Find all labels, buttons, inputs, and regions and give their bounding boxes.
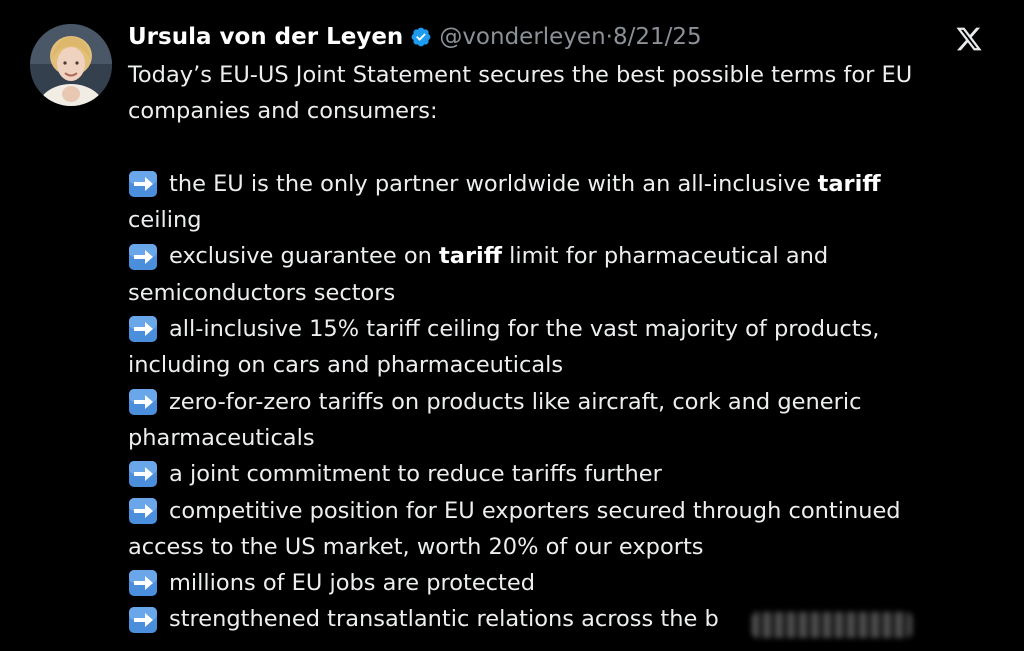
right-arrow-emoji-icon [128, 606, 158, 634]
bullet-line: millions of EU jobs are protected [128, 565, 998, 601]
bullet-line: the EU is the only partner worldwide wit… [128, 166, 998, 202]
post-body: Today’s EU-US Joint Statement secures th… [128, 57, 998, 638]
post-header: Ursula von der Leyen @vonderleyen · 8/21… [128, 20, 702, 54]
bullet-text: strengthened transatlantic relations acr… [169, 606, 719, 633]
bullet-line: exclusive guarantee on tariff limit for … [128, 238, 998, 274]
bullet-text: exclusive guarantee on tariff limit for … [169, 243, 829, 270]
bold-keyword: tariff [817, 170, 881, 197]
bullet-line: competitive position for EU exporters se… [128, 493, 998, 529]
author-name[interactable]: Ursula von der Leyen [128, 24, 403, 50]
bold-keyword: tariff [439, 243, 502, 270]
bullet-text: millions of EU jobs are protected [169, 570, 535, 597]
header-separator: · [605, 24, 613, 50]
intro-line: Today’s EU-US Joint Statement secures th… [128, 62, 913, 88]
bullet-continuation: pharmaceuticals [128, 424, 315, 451]
bullet-line: zero-for-zero tariffs on products like a… [128, 384, 998, 420]
x-logo-icon[interactable] [955, 25, 983, 53]
author-handle[interactable]: @vonderleyen [439, 24, 605, 50]
bullet-text: a joint commitment to reduce tariffs fur… [169, 461, 662, 488]
bullet-continuation: ceiling [128, 207, 202, 234]
bullet-text: competitive position for EU exporters se… [169, 497, 901, 524]
bullet-text: the EU is the only partner worldwide wit… [169, 170, 881, 197]
bullet-line: all-inclusive 15% tariff ceiling for the… [128, 311, 998, 347]
bullet-text: zero-for-zero tariffs on products like a… [169, 388, 862, 415]
bullet-continuation: including on cars and pharmaceuticals [128, 352, 564, 379]
bullet-line: a joint commitment to reduce tariffs fur… [128, 456, 998, 492]
right-arrow-emoji-icon [128, 388, 158, 416]
bullet-continuation: semiconductors sectors [128, 279, 396, 306]
author-avatar[interactable] [30, 24, 112, 106]
right-arrow-emoji-icon [128, 170, 158, 198]
intro-line: companies and consumers: [128, 98, 438, 125]
right-arrow-emoji-icon [128, 243, 158, 271]
right-arrow-emoji-icon [128, 497, 158, 525]
right-arrow-emoji-icon [128, 460, 158, 488]
bullet-continuation: access to the US market, worth 20% of ou… [128, 533, 704, 560]
post-date[interactable]: 8/21/25 [613, 24, 702, 50]
bullet-text: all-inclusive 15% tariff ceiling for the… [169, 316, 880, 343]
avatar-image [30, 24, 112, 106]
verified-badge-icon [410, 26, 432, 48]
right-arrow-emoji-icon [128, 569, 158, 597]
right-arrow-emoji-icon [128, 315, 158, 343]
blurred-text-overlay [752, 612, 912, 638]
